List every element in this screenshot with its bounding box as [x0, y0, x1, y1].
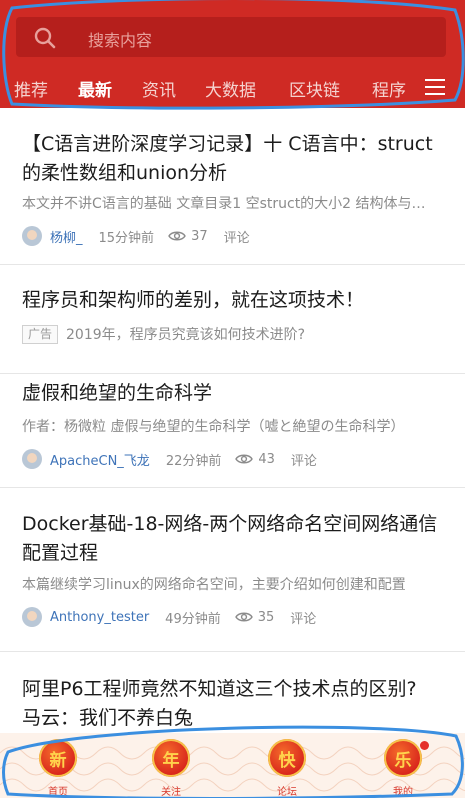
view-count: 43: [235, 452, 275, 467]
nav-label: 我的: [393, 787, 413, 798]
post-time: 15分钟前: [98, 230, 155, 246]
comment-link[interactable]: 评论: [291, 450, 317, 469]
view-count: 37: [168, 229, 208, 244]
comment-link[interactable]: 评论: [290, 608, 316, 627]
search-icon: [34, 27, 56, 49]
article-title[interactable]: 阿里P6工程师竟然不知道这三个技术点的区别? 马云：我们不养白兔: [22, 675, 439, 733]
tab-recommend[interactable]: 推荐: [14, 76, 48, 101]
nav-label: 首页: [48, 787, 68, 798]
author-name[interactable]: ApacheCN_飞龙: [50, 450, 150, 469]
comment-link[interactable]: 评论: [224, 227, 250, 246]
lantern-char: 年: [162, 751, 180, 771]
view-count-value: 35: [257, 609, 275, 625]
article-summary: 本篇继续学习linux的网络命名空间，主要介绍如何创建和配置: [22, 577, 406, 593]
author-name[interactable]: 杨柳_: [50, 227, 83, 246]
article-title[interactable]: 【C语言进阶深度学习记录】十 C语言中：struct的柔性数组和union分析: [22, 130, 439, 188]
view-count-value: 37: [191, 228, 208, 244]
tab-news[interactable]: 资讯: [142, 76, 176, 101]
ad-card[interactable]: 程序员和架构师的差别，就在这项技术！ 广告 2019年，程序员究竟该如何技术进阶…: [0, 265, 465, 374]
post-time: 49分钟前: [165, 611, 221, 627]
nav-forum[interactable]: 快 论坛: [252, 735, 322, 798]
article-meta: 杨柳_ 15分钟前 37 评论: [22, 224, 250, 248]
article-title[interactable]: 程序员和架构师的差别，就在这项技术！: [22, 286, 439, 315]
avatar[interactable]: [22, 226, 42, 246]
top-header: 搜索内容 推荐 最新 资讯 大数据 区块链 程序: [0, 0, 465, 108]
nav-label: 论坛: [277, 787, 297, 798]
article-summary: 作者：杨微粒 虚假与绝望的生命科学（嘘と絶望の生命科学）: [22, 419, 405, 435]
nav-home[interactable]: 新 首页: [23, 735, 93, 798]
ad-badge: 广告: [22, 324, 59, 344]
avatar[interactable]: [22, 607, 42, 627]
bottom-nav: 新 首页 年 关注 快 论坛 乐 我的: [0, 733, 465, 798]
lantern-char: 乐: [394, 751, 412, 771]
nav-follow[interactable]: 年 关注: [136, 735, 206, 798]
article-card[interactable]: 【C语言进阶深度学习记录】十 C语言中：struct的柔性数组和union分析 …: [0, 108, 465, 265]
eye-icon: [235, 454, 254, 464]
search-placeholder[interactable]: 搜索内容: [88, 27, 152, 51]
view-count: 35: [234, 609, 275, 625]
tab-latest[interactable]: 最新: [78, 76, 112, 101]
author-name[interactable]: Anthony_tester: [50, 610, 149, 625]
search-bar[interactable]: 搜索内容: [16, 17, 446, 57]
notification-dot: [420, 741, 429, 750]
article-summary: 2019年，程序员究竟该如何技术进阶?: [66, 327, 306, 343]
lantern-icon: 新: [39, 739, 77, 777]
post-time: 22分钟前: [165, 453, 222, 469]
article-meta: ApacheCN_飞龙 22分钟前 43 评论: [22, 447, 317, 471]
article-title[interactable]: Docker基础-18-网络-两个网络命名空间网络通信配置过程: [22, 510, 439, 568]
lantern-icon: 乐: [384, 739, 422, 777]
lantern-char: 新: [49, 751, 67, 771]
tab-programming[interactable]: 程序: [372, 76, 406, 101]
eye-icon: [234, 612, 253, 622]
tab-blockchain[interactable]: 区块链: [289, 76, 340, 101]
article-card[interactable]: Docker基础-18-网络-两个网络命名空间网络通信配置过程 本篇继续学习li…: [0, 488, 465, 652]
article-card[interactable]: 阿里P6工程师竟然不知道这三个技术点的区别? 马云：我们不养白兔: [0, 652, 465, 742]
lantern-icon: 年: [152, 739, 190, 777]
lantern-icon: 快: [268, 739, 306, 777]
nav-label: 关注: [161, 787, 181, 798]
menu-icon[interactable]: [425, 79, 445, 95]
article-summary: 本文并不讲C语言的基础 文章目录1 空struct的大小2 结构体与柔性数组: [22, 196, 439, 212]
category-tabs: 推荐 最新 资讯 大数据 区块链 程序: [0, 72, 465, 104]
article-card[interactable]: 虚假和绝望的生命科学 作者：杨微粒 虚假与绝望的生命科学（嘘と絶望の生命科学） …: [0, 374, 465, 488]
view-count-value: 43: [258, 451, 275, 467]
ad-meta: 广告 2019年，程序员究竟该如何技术进阶?: [22, 322, 305, 346]
article-meta: Anthony_tester 49分钟前 35 评论: [22, 605, 316, 629]
lantern-char: 快: [278, 751, 296, 771]
avatar[interactable]: [22, 449, 42, 469]
tab-big-data[interactable]: 大数据: [205, 76, 256, 101]
article-title[interactable]: 虚假和绝望的生命科学: [22, 379, 439, 408]
eye-icon: [168, 231, 186, 241]
